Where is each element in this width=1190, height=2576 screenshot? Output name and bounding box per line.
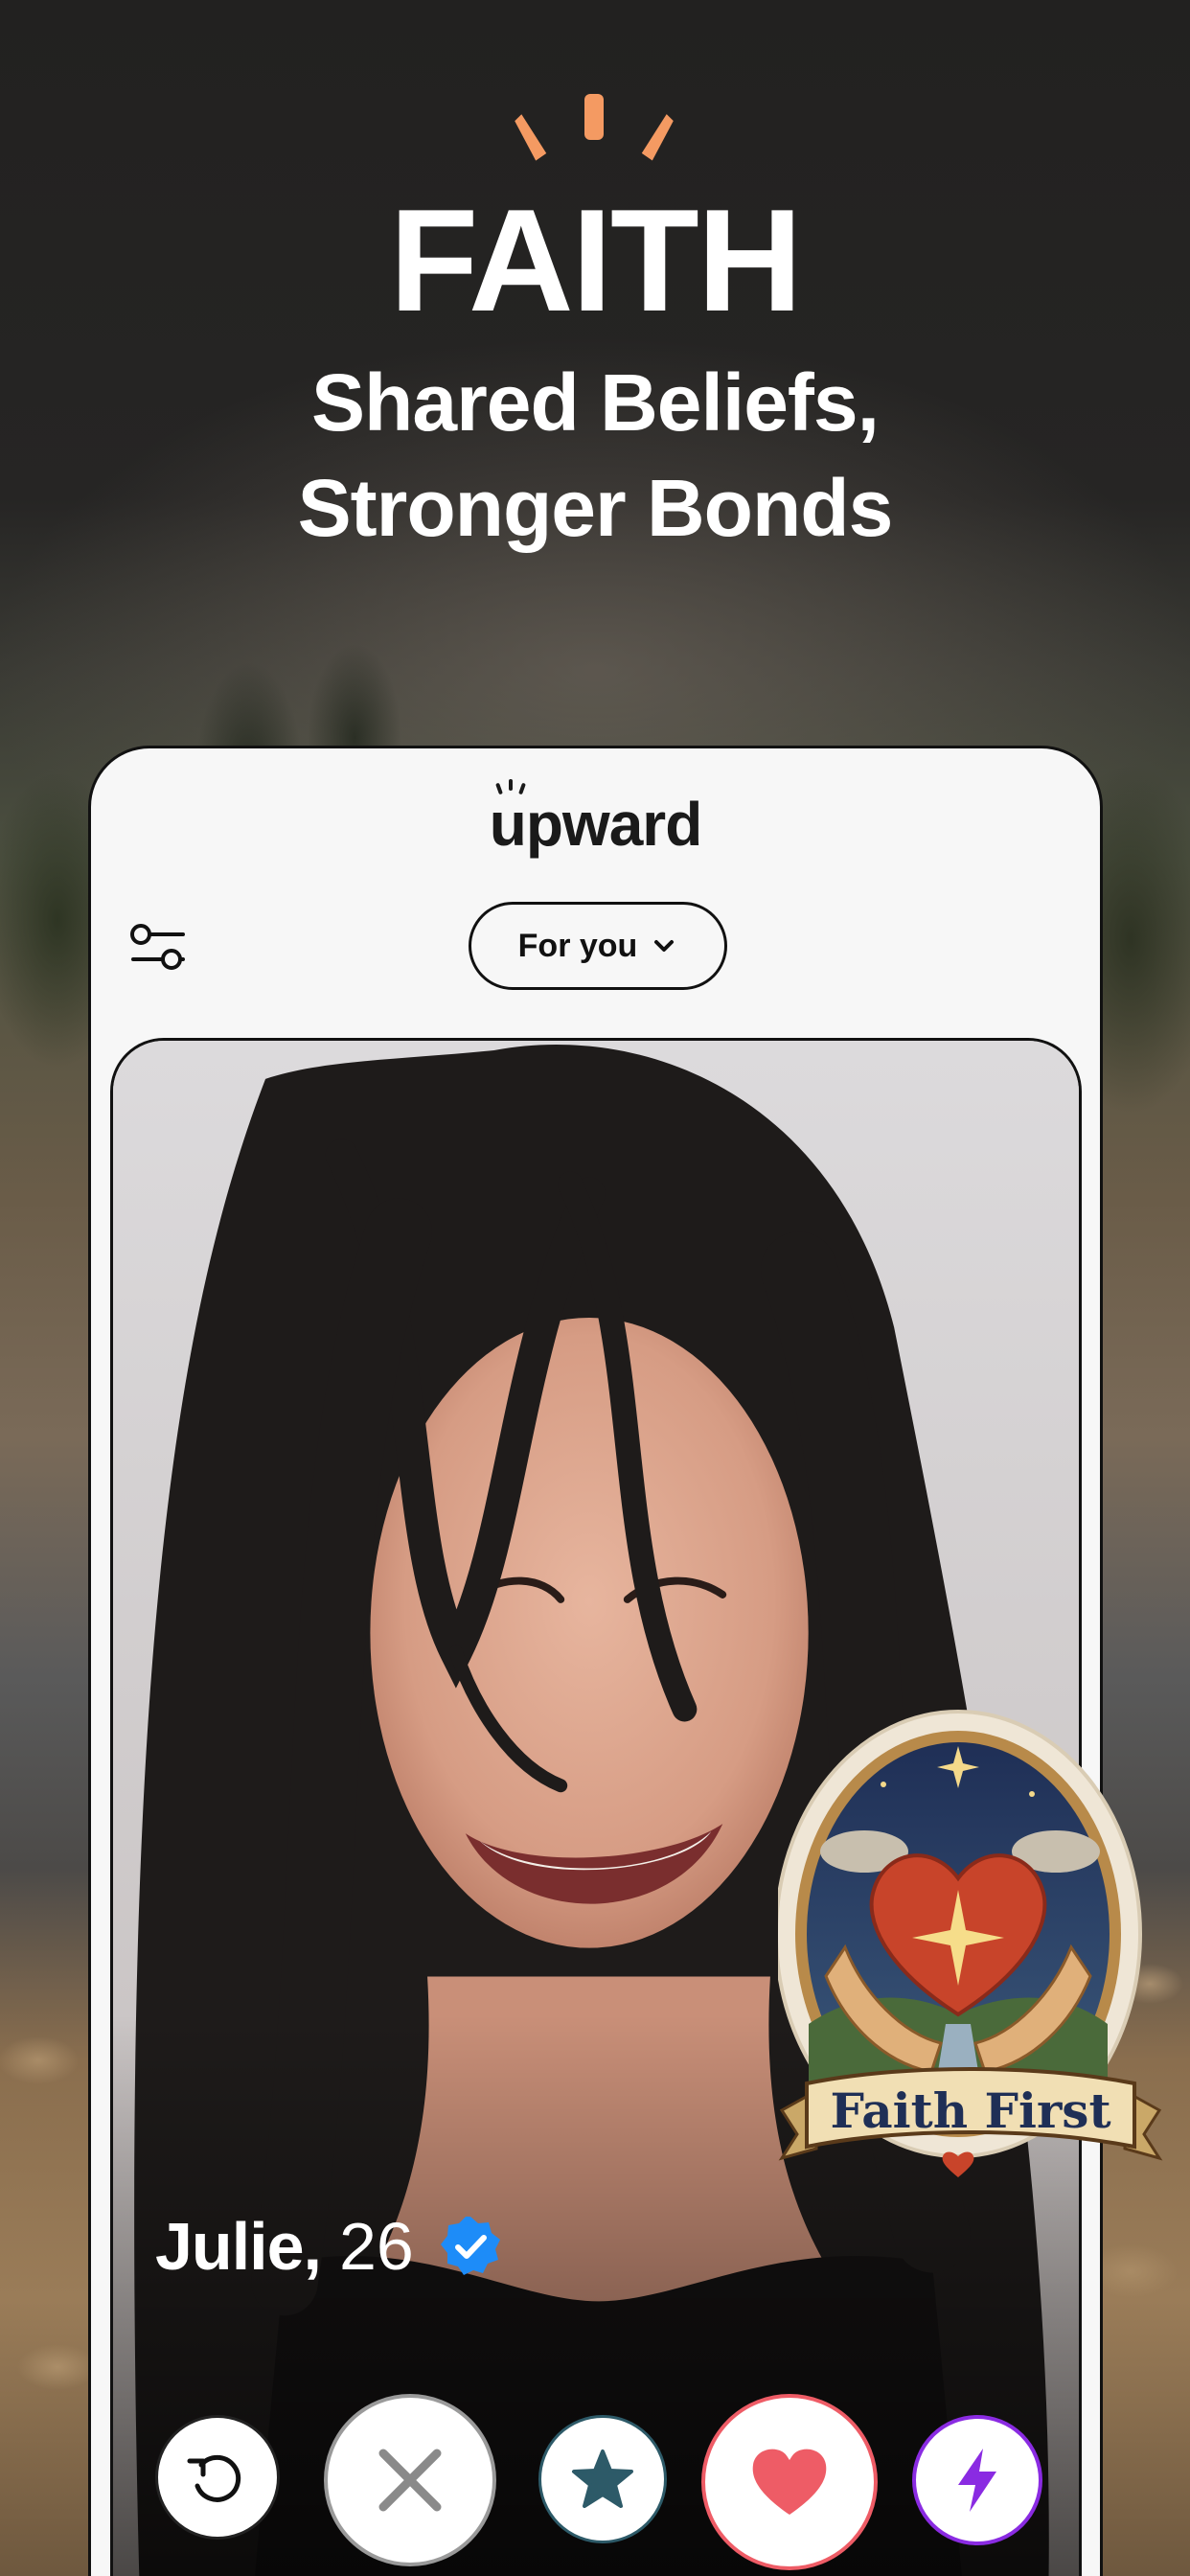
verified-badge-icon <box>440 2217 500 2275</box>
super-like-button[interactable] <box>538 2415 667 2543</box>
name-age-separator: , <box>303 2209 322 2284</box>
profile-age: 26 <box>338 2209 414 2284</box>
star-icon <box>572 2450 633 2508</box>
feed-selector-label: For you <box>517 927 638 964</box>
rewind-button[interactable] <box>155 2415 280 2540</box>
promo-subline-1: Shared Beliefs, <box>311 357 880 448</box>
faith-first-sticker: Faith First <box>778 1710 1163 2177</box>
x-icon <box>378 2449 442 2512</box>
feed-selector-dropdown[interactable]: For you <box>469 902 727 990</box>
lightning-icon <box>958 2449 996 2512</box>
sticker-text: Faith First <box>830 2082 1110 2139</box>
brand-rays-icon <box>495 779 526 794</box>
sunburst-rays-icon <box>515 94 674 161</box>
brand-header: upward <box>91 779 1100 860</box>
profile-name-row: Julie , 26 <box>155 2208 502 2285</box>
undo-arrow-icon <box>187 2454 241 2502</box>
filter-sliders-icon[interactable] <box>127 921 189 975</box>
chevron-down-icon <box>654 940 675 952</box>
profile-name: Julie <box>155 2209 305 2284</box>
phone-mockup: upward For you Julie , 26 <box>88 746 1103 2576</box>
promo-subline-2: Stronger Bonds <box>297 463 894 553</box>
nope-button[interactable] <box>324 2394 496 2566</box>
promo-headline: FAITH <box>389 179 802 342</box>
boost-button[interactable] <box>912 2415 1042 2545</box>
like-button[interactable] <box>701 2394 878 2570</box>
heart-icon <box>752 2449 827 2515</box>
